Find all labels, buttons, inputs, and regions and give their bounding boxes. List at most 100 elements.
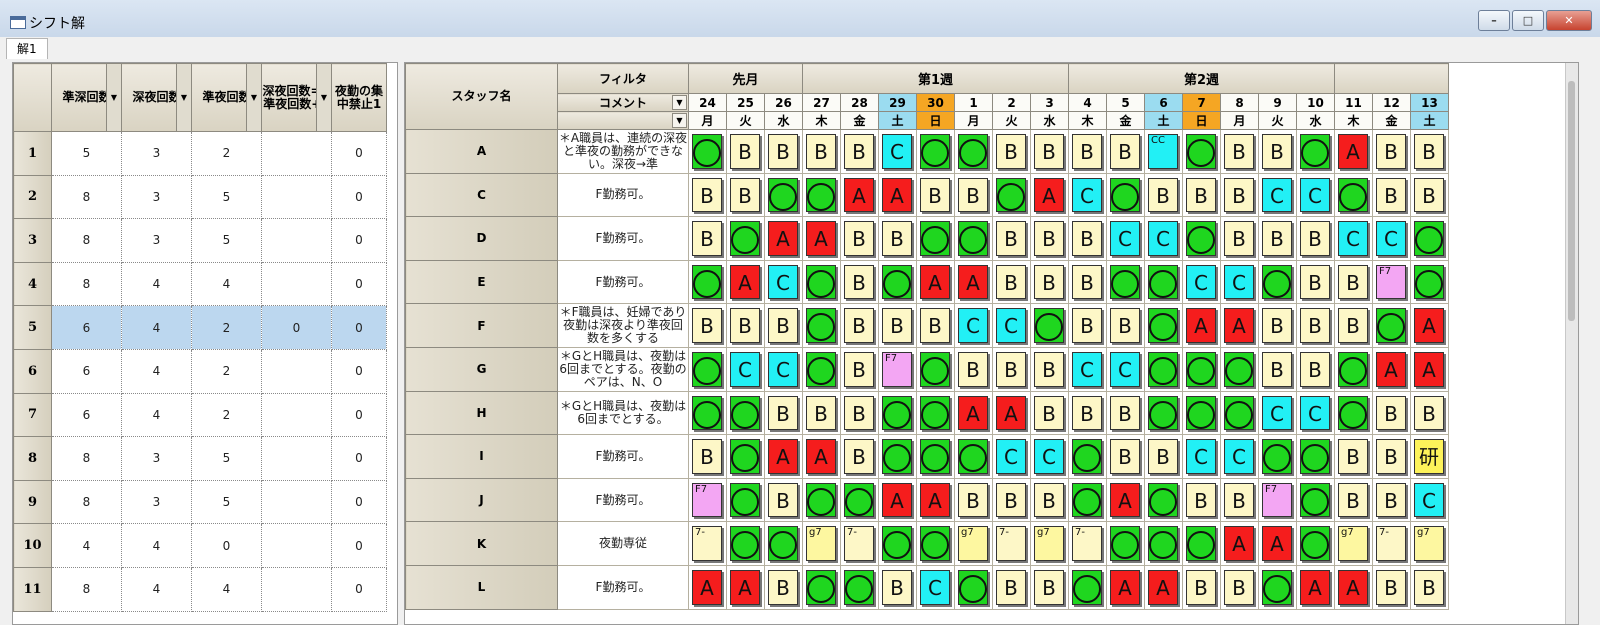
shift-chip[interactable]: [882, 439, 912, 474]
shift-chip[interactable]: 研: [1414, 439, 1444, 474]
shift-cell[interactable]: [688, 346, 727, 392]
row-number[interactable]: 9: [13, 479, 52, 525]
table-cell[interactable]: 0: [191, 523, 262, 568]
shift-chip[interactable]: A: [882, 177, 912, 213]
shift-chip[interactable]: A: [920, 482, 950, 518]
shift-cell[interactable]: A: [1106, 477, 1145, 523]
shift-chip[interactable]: B: [1148, 439, 1178, 474]
shift-cell[interactable]: [1334, 346, 1373, 392]
shift-cell[interactable]: [878, 390, 917, 436]
shift-cell[interactable]: [1220, 346, 1259, 392]
staff-name[interactable]: I: [405, 434, 558, 479]
shift-cell[interactable]: B: [1372, 172, 1411, 218]
shift-chip[interactable]: A: [958, 264, 988, 300]
shift-cell[interactable]: C: [1296, 390, 1335, 436]
shift-chip[interactable]: B: [1224, 221, 1254, 256]
shift-chip[interactable]: C: [1110, 351, 1140, 387]
shift-cell[interactable]: [1144, 303, 1183, 348]
table-cell[interactable]: 0: [331, 174, 387, 220]
shift-chip[interactable]: F7: [692, 482, 722, 518]
shift-chip[interactable]: [996, 177, 1026, 213]
shift-chip[interactable]: g7: [1414, 526, 1444, 561]
shift-chip[interactable]: A: [1300, 569, 1330, 605]
shift-chip[interactable]: B: [920, 177, 950, 213]
shift-cell[interactable]: A: [1220, 303, 1259, 348]
shift-cell[interactable]: B: [1030, 259, 1069, 305]
shift-chip[interactable]: [882, 395, 912, 431]
table-row[interactable]: 11 8 4 4 0: [13, 566, 387, 612]
shift-cell[interactable]: [954, 434, 993, 479]
shift-chip[interactable]: [1186, 221, 1216, 256]
shift-cell[interactable]: B: [1372, 434, 1411, 479]
shift-chip[interactable]: B: [1414, 134, 1444, 169]
shift-chip[interactable]: [1224, 351, 1254, 387]
table-cell[interactable]: 4: [191, 566, 262, 612]
shift-cell[interactable]: C: [1182, 434, 1221, 479]
table-cell[interactable]: 8: [51, 261, 122, 307]
shift-chip[interactable]: B: [996, 351, 1026, 387]
shift-chip[interactable]: B: [1186, 177, 1216, 213]
shift-cell[interactable]: [802, 564, 841, 610]
shift-cell[interactable]: [1220, 390, 1259, 436]
shift-cell[interactable]: [1182, 129, 1221, 174]
shift-chip[interactable]: C: [730, 351, 760, 387]
tab-solution-1[interactable]: 解1: [6, 38, 48, 59]
column-header-semi-deep-count[interactable]: 準深回数 ▼: [51, 63, 122, 132]
table-row[interactable]: 7642 0: [13, 392, 387, 438]
staff-name[interactable]: H: [405, 390, 558, 436]
shift-chip[interactable]: B: [1072, 134, 1102, 169]
shift-cell[interactable]: [764, 172, 803, 218]
comment-header[interactable]: コメント ▼: [557, 93, 689, 112]
staff-comment[interactable]: ＊A職員は、連続の深夜と準夜の勤務ができない。深夜→準: [557, 129, 689, 174]
shift-chip[interactable]: [920, 351, 950, 387]
shift-cell[interactable]: B: [802, 129, 841, 174]
shift-chip[interactable]: B: [730, 308, 760, 343]
shift-cell[interactable]: B: [1258, 216, 1297, 261]
staff-row[interactable]: L F勤務可。 A A B B C B B A A B B A A B B: [405, 564, 1449, 610]
shift-cell[interactable]: C: [1068, 172, 1107, 218]
close-button[interactable]: ✕: [1546, 10, 1592, 31]
table-row[interactable]: 10 4 4 0 0: [13, 523, 387, 568]
shift-chip[interactable]: B: [1186, 569, 1216, 605]
shift-cell[interactable]: 7-: [840, 521, 879, 566]
shift-cell[interactable]: C: [1106, 216, 1145, 261]
shift-cell[interactable]: C: [992, 303, 1031, 348]
shift-cell[interactable]: B: [1068, 129, 1107, 174]
shift-chip[interactable]: A: [1034, 177, 1064, 213]
maximize-button[interactable]: □: [1512, 10, 1544, 31]
shift-chip[interactable]: [1414, 264, 1444, 300]
shift-cell[interactable]: C: [954, 303, 993, 348]
shift-chip[interactable]: B: [1072, 308, 1102, 343]
shift-cell[interactable]: C: [1220, 259, 1259, 305]
shift-chip[interactable]: B: [1300, 351, 1330, 387]
shift-chip[interactable]: g7: [1034, 526, 1064, 561]
shift-chip[interactable]: [692, 395, 722, 431]
shift-cell[interactable]: A: [1182, 303, 1221, 348]
shift-chip[interactable]: [730, 221, 760, 256]
shift-cell[interactable]: B: [1410, 129, 1449, 174]
shift-chip[interactable]: [1186, 395, 1216, 431]
shift-cell[interactable]: B: [878, 564, 917, 610]
shift-chip[interactable]: B: [996, 221, 1026, 256]
shift-chip[interactable]: B: [1224, 569, 1254, 605]
shift-cell[interactable]: B: [1334, 434, 1373, 479]
shift-chip[interactable]: [1376, 308, 1406, 343]
shift-cell[interactable]: B: [916, 172, 955, 218]
shift-chip[interactable]: B: [1072, 395, 1102, 431]
shift-chip[interactable]: [1148, 264, 1178, 300]
shift-chip[interactable]: [1072, 482, 1102, 518]
staff-row[interactable]: F ＊F職員は、妊婦であり夜勤は深夜より準夜回数を多くする B B B B B B C C B B A A…: [405, 303, 1449, 348]
shift-cell[interactable]: [1334, 390, 1373, 436]
shift-chip[interactable]: A: [768, 221, 798, 256]
shift-chip[interactable]: [1300, 482, 1330, 518]
shift-cell[interactable]: B: [1030, 477, 1069, 523]
shift-chip[interactable]: [768, 177, 798, 213]
shift-cell[interactable]: B: [840, 303, 879, 348]
table-row[interactable]: 48440: [13, 261, 387, 307]
shift-chip[interactable]: [882, 526, 912, 561]
shift-cell[interactable]: [878, 259, 917, 305]
shift-chip[interactable]: A: [730, 264, 760, 300]
shift-cell[interactable]: B: [1144, 172, 1183, 218]
staff-comment[interactable]: F勤務可。: [557, 216, 689, 261]
shift-cell[interactable]: 7-: [992, 521, 1031, 566]
